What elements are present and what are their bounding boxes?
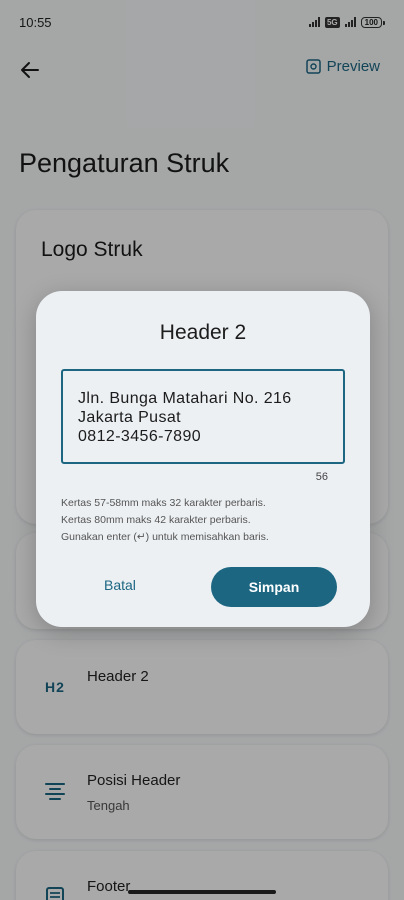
text-field-line: Jakarta Pusat xyxy=(78,409,182,426)
helper-text: Kertas 57-58mm maks 32 karakter perbaris… xyxy=(61,495,351,546)
helper-line: Kertas 57-58mm maks 32 karakter perbaris… xyxy=(61,497,266,509)
cancel-button[interactable]: Batal xyxy=(104,577,136,593)
save-button[interactable]: Simpan xyxy=(211,567,337,607)
helper-line: Kertas 80mm maks 42 karakter perbaris. xyxy=(61,514,251,526)
header2-text-field[interactable]: Jln. Bunga Matahari No. 216 Jakarta Pusa… xyxy=(61,369,345,464)
dialog-title: Header 2 xyxy=(159,321,247,344)
helper-line: Gunakan enter (↵) untuk memisahkan baris… xyxy=(61,531,269,543)
home-indicator[interactable] xyxy=(128,890,276,894)
text-field-line: Jln. Bunga Matahari No. 216 xyxy=(78,390,292,407)
text-field-line: 0812-3456-7890 xyxy=(78,428,202,445)
character-counter: 56 xyxy=(315,471,328,483)
header2-dialog: Header 2 Jln. Bunga Matahari No. 216 Jak… xyxy=(36,291,370,627)
